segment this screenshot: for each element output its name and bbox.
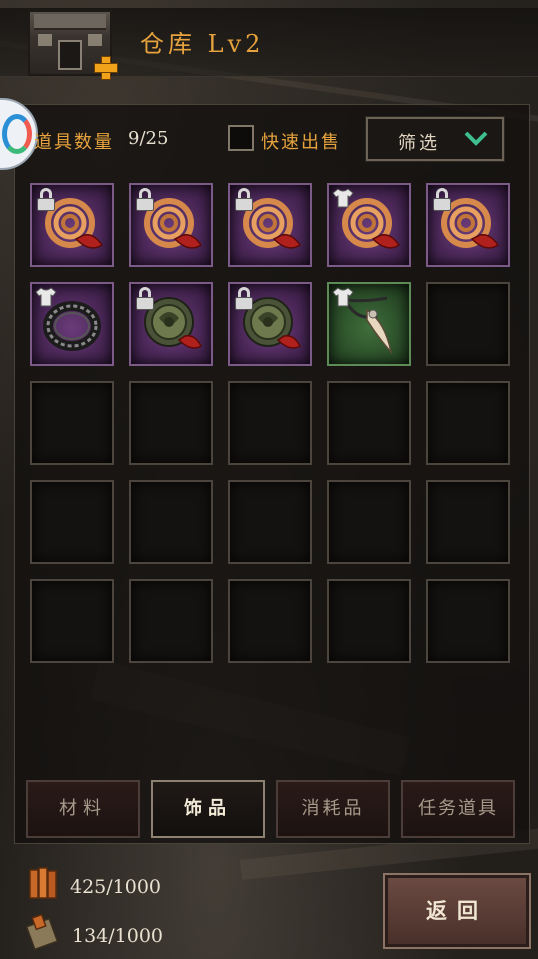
empty-item-slot[interactable] [327, 480, 411, 564]
item-count-label: 道具数量 [34, 132, 114, 153]
empty-item-slot[interactable] [426, 381, 510, 465]
item-slot[interactable] [129, 282, 213, 366]
empty-item-slot[interactable] [129, 480, 213, 564]
empty-item-slot[interactable] [426, 282, 510, 366]
lock-icon [35, 188, 57, 212]
wood-planks-icon [29, 867, 57, 899]
item-slot[interactable] [426, 183, 510, 267]
filter-dropdown[interactable]: 筛选 [365, 116, 505, 162]
page-title: 仓库 Lv2 [140, 30, 265, 58]
lock-icon [134, 188, 156, 212]
empty-item-slot[interactable] [327, 579, 411, 663]
wood-resource-value: 425/1000 [70, 876, 162, 898]
item-slot[interactable] [30, 183, 114, 267]
lock-icon [233, 188, 255, 212]
item-slot[interactable] [327, 282, 411, 366]
tab-consumables[interactable]: 消耗品 [276, 780, 390, 838]
quick-sell-checkbox[interactable] [228, 125, 254, 151]
equipped-shirt-icon [35, 287, 57, 307]
empty-item-slot[interactable] [30, 381, 114, 465]
equipped-shirt-icon [332, 287, 354, 307]
item-slot[interactable] [228, 183, 312, 267]
lock-icon [431, 188, 453, 212]
upgrade-plus-icon[interactable] [92, 54, 118, 80]
empty-item-slot[interactable] [129, 381, 213, 465]
lock-icon [233, 287, 255, 311]
equipped-shirt-icon [332, 188, 354, 208]
empty-item-slot[interactable] [228, 480, 312, 564]
quick-sell-label[interactable]: 快速出售 [261, 128, 341, 154]
cloth-bundle-icon [26, 914, 59, 950]
tab-quest-items[interactable]: 任务道具 [401, 780, 515, 838]
tab-materials[interactable]: 材料 [26, 780, 140, 838]
chevron-down-icon [464, 131, 488, 146]
filter-label: 筛选 [398, 133, 440, 154]
lock-icon [134, 287, 156, 311]
empty-item-slot[interactable] [228, 579, 312, 663]
item-slot[interactable] [30, 282, 114, 366]
empty-item-slot[interactable] [129, 579, 213, 663]
empty-item-slot[interactable] [327, 381, 411, 465]
empty-item-slot[interactable] [426, 579, 510, 663]
tab-accessories[interactable]: 饰品 [151, 780, 265, 838]
empty-item-slot[interactable] [30, 480, 114, 564]
item-slot[interactable] [228, 282, 312, 366]
item-slot[interactable] [129, 183, 213, 267]
item-slot[interactable] [327, 183, 411, 267]
item-count-value: 9/25 [128, 128, 169, 149]
empty-item-slot[interactable] [426, 480, 510, 564]
empty-item-slot[interactable] [30, 579, 114, 663]
cloth-resource-value: 134/1000 [72, 925, 164, 947]
back-button[interactable]: 返回 [383, 873, 531, 949]
empty-item-slot[interactable] [228, 381, 312, 465]
